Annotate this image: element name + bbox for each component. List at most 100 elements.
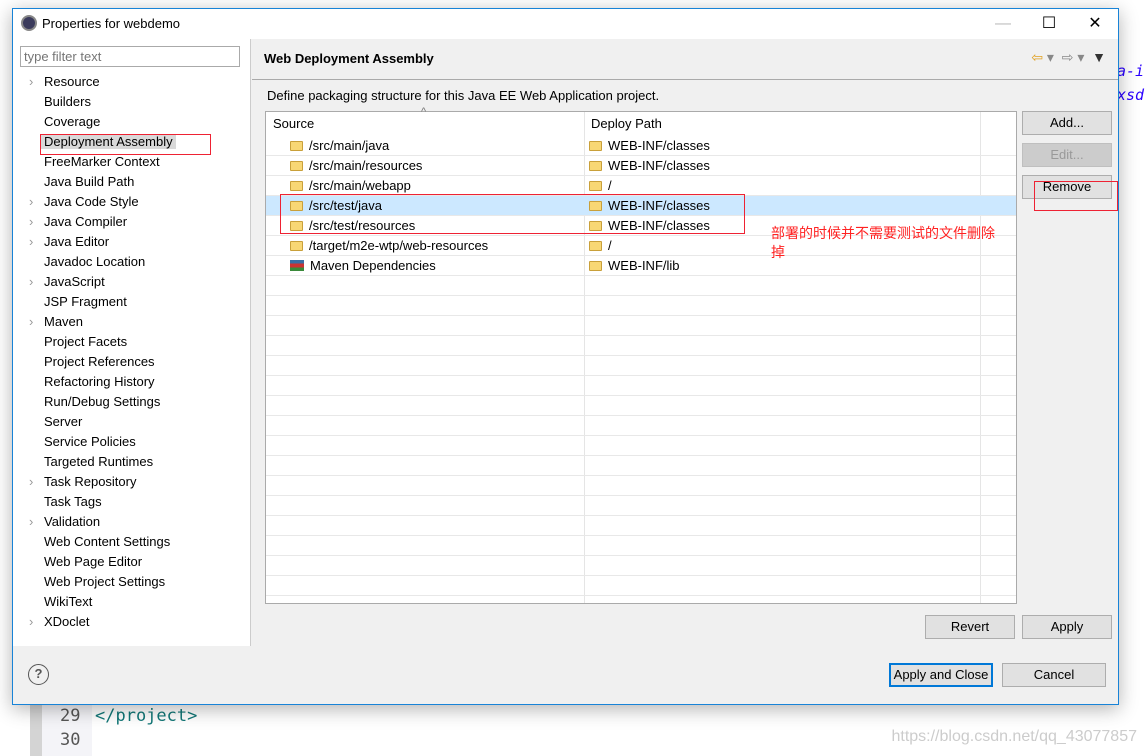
source-text: /target/m2e-wtp/web-resources	[309, 238, 489, 253]
sidebar-item[interactable]: Javadoc Location	[13, 252, 251, 272]
sidebar-item-label: Java Code Style	[44, 194, 139, 209]
edit-button[interactable]: Edit...	[1022, 143, 1112, 167]
column-header-deploy-path[interactable]: Deploy Path	[584, 112, 662, 136]
sidebar-item[interactable]: Builders	[13, 92, 251, 112]
sidebar-item-label: Coverage	[44, 114, 101, 129]
empty-row	[266, 516, 1016, 536]
sidebar-item[interactable]: Targeted Runtimes	[13, 452, 251, 472]
chevron-right-icon[interactable]: ›	[29, 272, 33, 292]
sidebar-item-label: Web Project Settings	[44, 574, 166, 589]
apply-and-close-button[interactable]: Apply and Close	[889, 663, 993, 687]
chevron-right-icon[interactable]: ›	[29, 192, 33, 212]
close-button[interactable]: ✕	[1072, 9, 1118, 39]
sidebar-item[interactable]: Task Tags	[13, 492, 251, 512]
page-panel: Web Deployment Assembly ⇦ ▾ ⇨ ▾ ▼ Define…	[252, 39, 1118, 646]
deploy-path-cell: WEB-INF/classes	[589, 136, 710, 156]
chevron-right-icon[interactable]: ›	[29, 512, 33, 532]
chevron-right-icon[interactable]: ›	[29, 212, 33, 232]
deploy-path-text: /	[608, 178, 612, 193]
source-text: Maven Dependencies	[310, 258, 436, 273]
chevron-right-icon[interactable]: ›	[29, 312, 33, 332]
sidebar-item[interactable]: › Maven	[13, 312, 251, 332]
sidebar-item[interactable]: › XDoclet	[13, 612, 251, 632]
line-number: 30	[60, 730, 81, 750]
code-fragment: a-i	[1117, 62, 1145, 80]
add-button[interactable]: Add...	[1022, 111, 1112, 135]
sidebar-item-label: Maven	[44, 314, 84, 329]
chevron-right-icon[interactable]: ›	[29, 612, 33, 632]
table-row[interactable]: /src/main/webapp /	[266, 176, 1016, 196]
code-line: </project>	[95, 706, 198, 726]
folder-icon	[589, 261, 602, 271]
annotation-text: 部署的时候并不需要测试的文件删除掉	[771, 225, 995, 260]
sidebar-item-label: Javadoc Location	[44, 254, 146, 269]
sidebar-item[interactable]: Web Content Settings	[13, 532, 251, 552]
deploy-path-cell: /	[589, 236, 612, 256]
editor-ruler	[30, 700, 42, 756]
sidebar-item[interactable]: JSP Fragment	[13, 292, 251, 312]
empty-row	[266, 536, 1016, 556]
folder-icon	[589, 141, 602, 151]
sidebar: ›ResourceBuildersCoverageDeployment Asse…	[13, 39, 251, 646]
sidebar-item-label: Validation	[44, 514, 101, 529]
forward-arrow-icon[interactable]: ⇨	[1062, 49, 1074, 65]
filter-input[interactable]	[20, 46, 240, 67]
chevron-right-icon[interactable]: ›	[29, 232, 33, 252]
sidebar-item[interactable]: Refactoring History	[13, 372, 251, 392]
sidebar-item[interactable]: › Java Compiler	[13, 212, 251, 232]
sidebar-item[interactable]: Run/Debug Settings	[13, 392, 251, 412]
column-header-source[interactable]: Source	[266, 112, 314, 136]
deploy-path-text: WEB-INF/classes	[608, 138, 710, 153]
assembly-table: Source ^ Deploy Path /src/main/java WEB-I…	[265, 106, 1017, 604]
empty-row	[266, 576, 1016, 596]
menu-dropdown-icon[interactable]: ▼	[1092, 49, 1106, 65]
sidebar-item[interactable]: › Validation	[13, 512, 251, 532]
chevron-right-icon[interactable]: ›	[29, 472, 33, 492]
sidebar-item-label: Refactoring History	[44, 374, 155, 389]
cancel-button[interactable]: Cancel	[1002, 663, 1106, 687]
empty-row	[266, 396, 1016, 416]
deploy-path-cell: WEB-INF/lib	[589, 256, 680, 276]
minimize-button[interactable]: —	[980, 9, 1026, 39]
empty-row	[266, 316, 1016, 336]
sidebar-item[interactable]: Web Project Settings	[13, 572, 251, 592]
empty-row	[266, 376, 1016, 396]
sidebar-item-label: Task Repository	[44, 474, 137, 489]
sidebar-item[interactable]: › JavaScript	[13, 272, 251, 292]
revert-button[interactable]: Revert	[925, 615, 1015, 639]
sidebar-item[interactable]: Project References	[13, 352, 251, 372]
sidebar-item[interactable]: Web Page Editor	[13, 552, 251, 572]
history-nav: ⇦ ▾ ⇨ ▾ ▼	[1031, 49, 1106, 65]
table-row[interactable]: /src/main/java WEB-INF/classes	[266, 136, 1016, 156]
sidebar-item-label: Java Compiler	[44, 214, 128, 229]
sidebar-item[interactable]: › Java Code Style	[13, 192, 251, 212]
line-number: 29	[60, 706, 81, 726]
sidebar-item[interactable]: Project Facets	[13, 332, 251, 352]
sidebar-item[interactable]: › Task Repository	[13, 472, 251, 492]
deploy-path-cell: WEB-INF/classes	[589, 156, 710, 176]
window-title: Properties for webdemo	[42, 16, 181, 31]
sidebar-item-label: Targeted Runtimes	[44, 454, 154, 469]
sidebar-item[interactable]: › Java Editor	[13, 232, 251, 252]
maximize-button[interactable]: ☐	[1026, 9, 1072, 39]
sidebar-item-label: Java Build Path	[44, 174, 135, 189]
sidebar-item[interactable]: Coverage	[13, 112, 251, 132]
sidebar-item[interactable]: Java Build Path	[13, 172, 251, 192]
highlight-box	[40, 134, 211, 155]
help-icon[interactable]: ?	[28, 664, 49, 685]
deploy-path-text: WEB-INF/classes	[608, 158, 710, 173]
page-description: Define packaging structure for this Java…	[267, 88, 660, 103]
back-arrow-icon[interactable]: ⇦	[1031, 49, 1043, 65]
sidebar-item[interactable]: FreeMarker Context	[13, 152, 251, 172]
sidebar-item[interactable]: Server	[13, 412, 251, 432]
chevron-right-icon[interactable]: ›	[29, 72, 33, 92]
sidebar-item[interactable]: Service Policies	[13, 432, 251, 452]
table-row[interactable]: /src/main/resources WEB-INF/classes	[266, 156, 1016, 176]
sidebar-item-label: XDoclet	[44, 614, 90, 629]
folder-icon	[589, 181, 602, 191]
sidebar-item[interactable]: › Resource	[13, 72, 251, 92]
apply-button[interactable]: Apply	[1022, 615, 1112, 639]
sidebar-item[interactable]: WikiText	[13, 592, 251, 612]
divider	[252, 79, 1118, 80]
deploy-path-cell: /	[589, 176, 612, 196]
